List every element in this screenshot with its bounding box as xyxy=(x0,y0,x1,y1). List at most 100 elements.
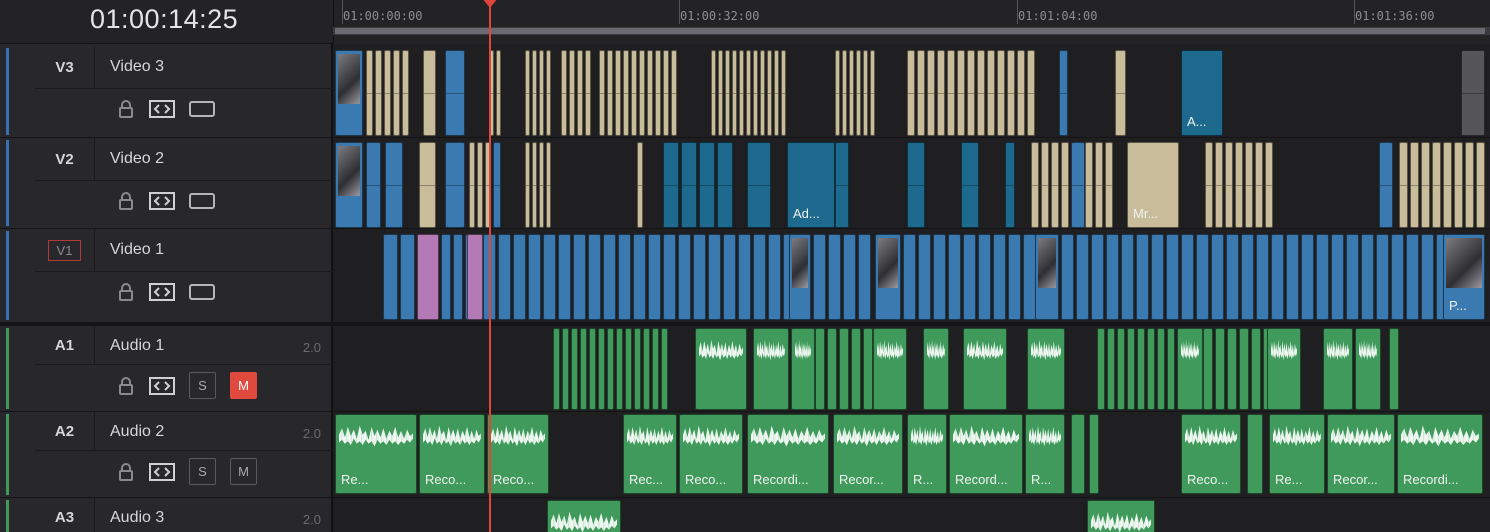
timeline-clip[interactable] xyxy=(423,50,436,136)
timeline-clip[interactable] xyxy=(1267,328,1301,410)
timeline-clip-slice[interactable] xyxy=(496,50,501,136)
track-name[interactable]: Audio 2 xyxy=(110,423,164,441)
timeline-clip-slice[interactable] xyxy=(1215,328,1225,410)
timeline-clip-slice[interactable] xyxy=(663,142,679,228)
timeline-clip-slice[interactable] xyxy=(532,142,537,228)
timeline-clip-slice[interactable] xyxy=(1331,234,1344,320)
timeline-clip-slice[interactable] xyxy=(1008,234,1021,320)
timeline-clip-slice[interactable] xyxy=(633,234,646,320)
timeline-clip-slice[interactable] xyxy=(598,328,605,410)
track-code[interactable]: V3 xyxy=(35,46,95,88)
timeline-clip[interactable] xyxy=(1355,328,1381,410)
timeline-clip-slice[interactable] xyxy=(963,234,976,320)
track-monitor-icon[interactable] xyxy=(189,190,215,212)
track-code[interactable]: A2 xyxy=(35,412,95,450)
timeline-clip-slice[interactable] xyxy=(383,234,398,320)
timeline-clip-slice[interactable] xyxy=(661,328,668,410)
timeline-clip[interactable]: Reco... xyxy=(419,414,485,494)
timeline-clip-slice[interactable] xyxy=(1091,234,1104,320)
timeline-clip-slice[interactable] xyxy=(607,50,613,136)
timeline-clip[interactable]: Mr... xyxy=(1127,142,1179,228)
auto-select-icon[interactable] xyxy=(149,461,175,483)
timeline-clip[interactable] xyxy=(907,142,925,228)
timeline-clip-slice[interactable] xyxy=(663,234,676,320)
timeline-clip-slice[interactable] xyxy=(607,328,614,410)
timeline-clip-slice[interactable] xyxy=(933,234,946,320)
mute-button[interactable]: M xyxy=(230,458,257,485)
track-header-a1[interactable]: A1 Audio 1 2.0 S M xyxy=(0,326,333,412)
lock-icon[interactable] xyxy=(117,190,135,212)
timeline-clip-slice[interactable] xyxy=(987,50,995,136)
timeline-clip-slice[interactable] xyxy=(1205,142,1213,228)
timeline-clip-slice[interactable] xyxy=(1061,234,1074,320)
track-monitor-icon[interactable] xyxy=(189,98,215,120)
timeline-clip-slice[interactable] xyxy=(1041,142,1049,228)
timeline-clip-slice[interactable] xyxy=(699,142,715,228)
timeline-clip-slice[interactable] xyxy=(1076,234,1089,320)
timeline-clip-slice[interactable] xyxy=(631,50,637,136)
timeline-clip[interactable]: Re... xyxy=(1269,414,1325,494)
timeline-clip-slice[interactable] xyxy=(469,142,475,228)
timeline-clip-slice[interactable] xyxy=(1241,234,1254,320)
timeline-clip[interactable]: R... xyxy=(1025,414,1065,494)
timeline-clip[interactable] xyxy=(1461,50,1485,136)
timeline-clip-slice[interactable] xyxy=(1454,142,1463,228)
timeline-clip-slice[interactable] xyxy=(1346,234,1359,320)
timeline-clip-slice[interactable] xyxy=(1031,142,1039,228)
timeline-clip-slice[interactable] xyxy=(546,142,551,228)
timeline-clip-slice[interactable] xyxy=(618,234,631,320)
timeline-clip-slice[interactable] xyxy=(655,50,661,136)
timeline-clip-slice[interactable] xyxy=(539,50,544,136)
timeline-clip-slice[interactable] xyxy=(1181,234,1194,320)
timeline-clip[interactable] xyxy=(445,142,465,228)
timeline-clip-slice[interactable] xyxy=(615,50,621,136)
timeline-clip-slice[interactable] xyxy=(1227,328,1237,410)
timecode-display[interactable]: 01:00:14:25 xyxy=(90,4,238,35)
timeline-clip-slice[interactable] xyxy=(663,50,669,136)
timeline-clip[interactable] xyxy=(445,50,465,136)
timeline-clip-slice[interactable] xyxy=(588,234,601,320)
timeline-clip[interactable] xyxy=(1087,500,1155,532)
track-code[interactable]: V2 xyxy=(35,138,95,180)
timeline-clip-slice[interactable] xyxy=(1316,234,1329,320)
timeline-clip[interactable] xyxy=(1071,414,1085,494)
track-header-a3[interactable]: A3 Audio 3 2.0 xyxy=(0,498,333,532)
timeline-clip[interactable] xyxy=(695,328,747,410)
timeline-clip[interactable]: Reco... xyxy=(679,414,743,494)
timeline-clip-slice[interactable] xyxy=(827,328,837,410)
timeline-clip[interactable] xyxy=(1247,414,1263,494)
timeline-clip[interactable] xyxy=(417,234,439,320)
timeline-clip[interactable] xyxy=(547,500,621,532)
track-code[interactable]: A3 xyxy=(35,498,95,532)
timeline-clip-thumbnail[interactable] xyxy=(335,50,363,136)
timeline-clip[interactable] xyxy=(923,328,949,410)
timeline-tracks-area[interactable]: A... Ad... Mr... P... Re... Reco... Reco... Rec… xyxy=(333,44,1490,532)
timeline-clip-slice[interactable] xyxy=(870,50,875,136)
timeline-clip-slice[interactable] xyxy=(851,328,861,410)
timeline-clip-slice[interactable] xyxy=(577,50,583,136)
timeline-clip-slice[interactable] xyxy=(498,234,511,320)
timeline-clip-slice[interactable] xyxy=(918,234,931,320)
timeline-clip-slice[interactable] xyxy=(1151,234,1164,320)
lane-a1[interactable] xyxy=(333,326,1490,412)
timeline-clip-slice[interactable] xyxy=(647,50,653,136)
timeline-clip[interactable] xyxy=(1323,328,1353,410)
timeline-clip-slice[interactable] xyxy=(1007,50,1015,136)
timeline-clip-slice[interactable] xyxy=(937,50,945,136)
lock-icon[interactable] xyxy=(117,375,135,397)
timeline-clip-slice[interactable] xyxy=(1017,50,1025,136)
timeline-clip-slice[interactable] xyxy=(711,50,716,136)
timeline-clip-slice[interactable] xyxy=(967,50,975,136)
timeline-clip-slice[interactable] xyxy=(993,234,1006,320)
timeline-clip-slice[interactable] xyxy=(1137,328,1145,410)
timeline-clip-slice[interactable] xyxy=(1256,234,1269,320)
timeline-clip-slice[interactable] xyxy=(453,234,463,320)
mute-button[interactable]: M xyxy=(230,372,257,399)
timeline-clip[interactable] xyxy=(637,142,643,228)
timeline-clip-slice[interactable] xyxy=(1421,234,1434,320)
timeline-clip[interactable]: Reco... xyxy=(487,414,549,494)
timeline-clip-slice[interactable] xyxy=(1226,234,1239,320)
timeline-clip-slice[interactable] xyxy=(839,328,849,410)
timeline-clip-slice[interactable] xyxy=(738,234,751,320)
timeline-clip-slice[interactable] xyxy=(835,50,840,136)
